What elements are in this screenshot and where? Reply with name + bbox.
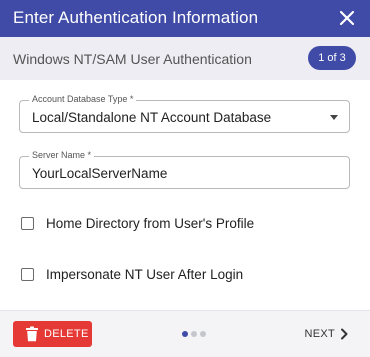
- close-icon: [339, 10, 355, 26]
- impersonate-label: Impersonate NT User After Login: [46, 267, 244, 282]
- delete-button[interactable]: DELETE: [13, 321, 92, 347]
- dialog-title: Enter Authentication Information: [13, 8, 259, 27]
- server-name-value: YourLocalServerName: [32, 166, 168, 181]
- dialog-footer: DELETE NEXT: [0, 310, 370, 357]
- next-label: NEXT: [304, 328, 335, 340]
- account-database-value: Local/Standalone NT Account Database: [32, 110, 272, 125]
- impersonate-checkbox[interactable]: [21, 268, 34, 281]
- next-button[interactable]: NEXT: [299, 327, 349, 343]
- delete-label: DELETE: [44, 328, 89, 340]
- dropdown-arrow-icon: [330, 115, 338, 120]
- dialog-header: Enter Authentication Information: [0, 0, 370, 37]
- trash-icon: [26, 326, 38, 342]
- account-database-label: Account Database Type *: [29, 94, 137, 104]
- server-name-field[interactable]: Server Name * YourLocalServerName: [19, 150, 350, 189]
- pagination-dot: [200, 331, 206, 337]
- close-button[interactable]: [337, 8, 357, 28]
- pagination-dot-active: [182, 331, 188, 337]
- home-directory-option[interactable]: Home Directory from User's Profile: [21, 216, 261, 234]
- auth-type-title: Windows NT/SAM User Authentication: [13, 51, 252, 67]
- chevron-right-icon: [341, 328, 348, 340]
- server-name-label: Server Name *: [29, 150, 95, 160]
- account-database-select[interactable]: Account Database Type * Local/Standalone…: [19, 94, 350, 133]
- dialog-subheader: Windows NT/SAM User Authentication 1 of …: [0, 37, 370, 80]
- step-badge: 1 of 3: [308, 46, 356, 70]
- impersonate-option[interactable]: Impersonate NT User After Login: [21, 267, 251, 285]
- home-directory-label: Home Directory from User's Profile: [46, 216, 255, 231]
- home-directory-checkbox[interactable]: [21, 217, 34, 230]
- pagination-dot: [191, 331, 197, 337]
